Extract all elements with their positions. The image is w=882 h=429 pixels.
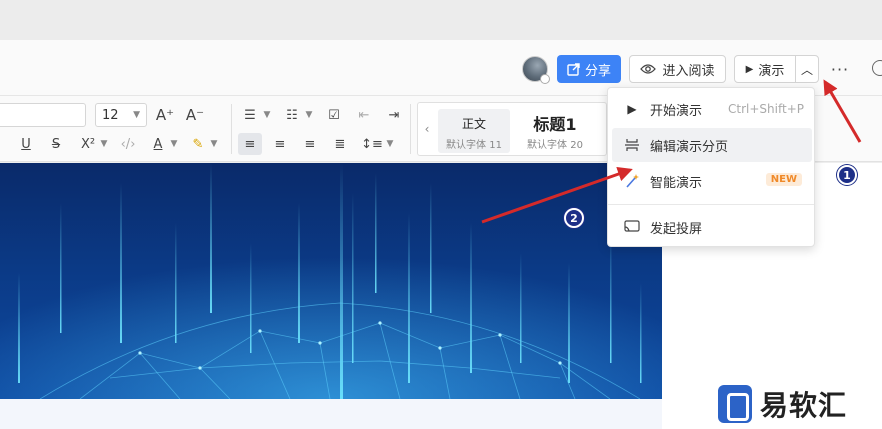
menu-item-start-presentation[interactable]: ▶ 开始演示 Ctrl+Shift+P: [612, 92, 812, 126]
more-icon: ···: [830, 59, 850, 79]
chevron-down-icon[interactable]: ▼: [261, 104, 273, 126]
bullet-list-icon[interactable]: ☰: [240, 104, 260, 126]
enter-reading-button[interactable]: 进入阅读: [629, 55, 726, 83]
canvas-footer-area: [0, 399, 662, 429]
clock-icon[interactable]: [872, 60, 882, 76]
menu-item-edit-presentation-pages[interactable]: 编辑演示分页: [612, 128, 812, 162]
underline-icon[interactable]: U: [16, 134, 36, 154]
indent-icon[interactable]: ⇥: [384, 104, 404, 126]
menu-item-label: 智能演示: [650, 175, 703, 191]
paragraph-styles: ‹ 正文 默认字体 11 标题1 默认字体 20: [417, 102, 607, 156]
chevron-down-icon: ▼: [133, 110, 140, 120]
checkbox-icon[interactable]: ☑: [324, 104, 344, 126]
style-subtitle: 默认字体 20: [527, 140, 583, 151]
avatar-status-badge: [540, 74, 550, 84]
share-button[interactable]: 分享: [557, 55, 621, 83]
increase-font-icon[interactable]: A⁺: [154, 104, 176, 126]
align-center-icon[interactable]: ≡: [268, 133, 292, 155]
font-color-icon[interactable]: A: [148, 134, 168, 154]
style-heading-1[interactable]: 标题1 默认字体 20: [516, 109, 594, 153]
toolbar-divider: [410, 104, 411, 154]
style-body-text[interactable]: 正文 默认字体 11: [438, 109, 510, 153]
chevron-left-icon[interactable]: ‹: [420, 119, 434, 139]
line-spacing-icon[interactable]: ↕≡: [360, 133, 384, 155]
font-size-value: 12: [102, 107, 119, 123]
watermark-logo-icon: [718, 384, 752, 423]
present-label: 演示: [758, 63, 785, 79]
style-subtitle: 默认字体 11: [446, 140, 502, 151]
align-right-icon[interactable]: ≡: [298, 133, 322, 155]
font-family-select[interactable]: [0, 103, 86, 127]
play-icon: ▶: [627, 102, 637, 116]
present-dropdown-menu: ▶ 开始演示 Ctrl+Shift+P 编辑演示分页 智能演示 NEW 发起投屏: [607, 87, 815, 247]
new-badge: NEW: [765, 173, 802, 186]
magic-wand-icon: [618, 173, 646, 189]
menu-item-label: 发起投屏: [650, 221, 703, 237]
superscript-icon[interactable]: X²: [76, 134, 100, 154]
menu-item-smart-presentation[interactable]: 智能演示 NEW: [612, 164, 812, 198]
chevron-up-icon: ︿: [800, 62, 813, 77]
chevron-down-icon[interactable]: ▼: [98, 134, 110, 154]
annotation-marker-1: 1: [837, 165, 857, 185]
numbered-list-icon[interactable]: ☷: [282, 104, 302, 126]
chevron-down-icon[interactable]: ▼: [208, 134, 220, 154]
browser-top-strip: [0, 0, 882, 40]
chevron-down-icon[interactable]: ▼: [303, 104, 315, 126]
outdent-icon[interactable]: ⇤: [354, 104, 374, 126]
justify-icon[interactable]: ≣: [328, 133, 352, 155]
annotation-marker-2: 2: [564, 208, 584, 228]
eye-icon: [640, 64, 657, 74]
read-label: 进入阅读: [662, 63, 715, 79]
tech-background-graphic: [0, 163, 662, 399]
present-button[interactable]: ▶ 演示: [734, 55, 796, 83]
style-name: 标题1: [533, 115, 577, 134]
toolbar-divider: [231, 104, 232, 154]
presentation-cover-image: [0, 163, 662, 399]
menu-divider: [608, 204, 814, 205]
font-size-select[interactable]: 12 ▼: [95, 103, 147, 127]
watermark-text: 易软汇: [760, 388, 848, 422]
highlight-icon[interactable]: ✎: [188, 134, 208, 154]
strikethrough-icon[interactable]: S: [46, 134, 66, 154]
menu-item-label: 编辑演示分页: [650, 139, 729, 155]
align-left-icon[interactable]: ≡: [238, 133, 262, 155]
menu-item-screen-cast[interactable]: 发起投屏: [612, 210, 812, 244]
menu-item-shortcut: Ctrl+Shift+P: [728, 102, 804, 116]
chevron-down-icon[interactable]: ▼: [168, 134, 180, 154]
screen-cast-icon: [618, 220, 646, 234]
code-icon[interactable]: ‹/›: [116, 134, 140, 154]
play-icon: ▶: [745, 63, 754, 75]
site-watermark: 易软汇: [712, 378, 882, 429]
decrease-font-icon[interactable]: A⁻: [184, 104, 206, 126]
share-label: 分享: [584, 63, 611, 79]
chevron-down-icon[interactable]: ▼: [384, 133, 396, 155]
menu-item-label: 开始演示: [650, 103, 703, 119]
share-icon: [567, 62, 580, 76]
present-dropdown-toggle[interactable]: ︿: [795, 55, 819, 83]
page-break-icon: [618, 138, 646, 152]
more-button[interactable]: ···: [828, 58, 852, 80]
style-name: 正文: [461, 117, 486, 131]
